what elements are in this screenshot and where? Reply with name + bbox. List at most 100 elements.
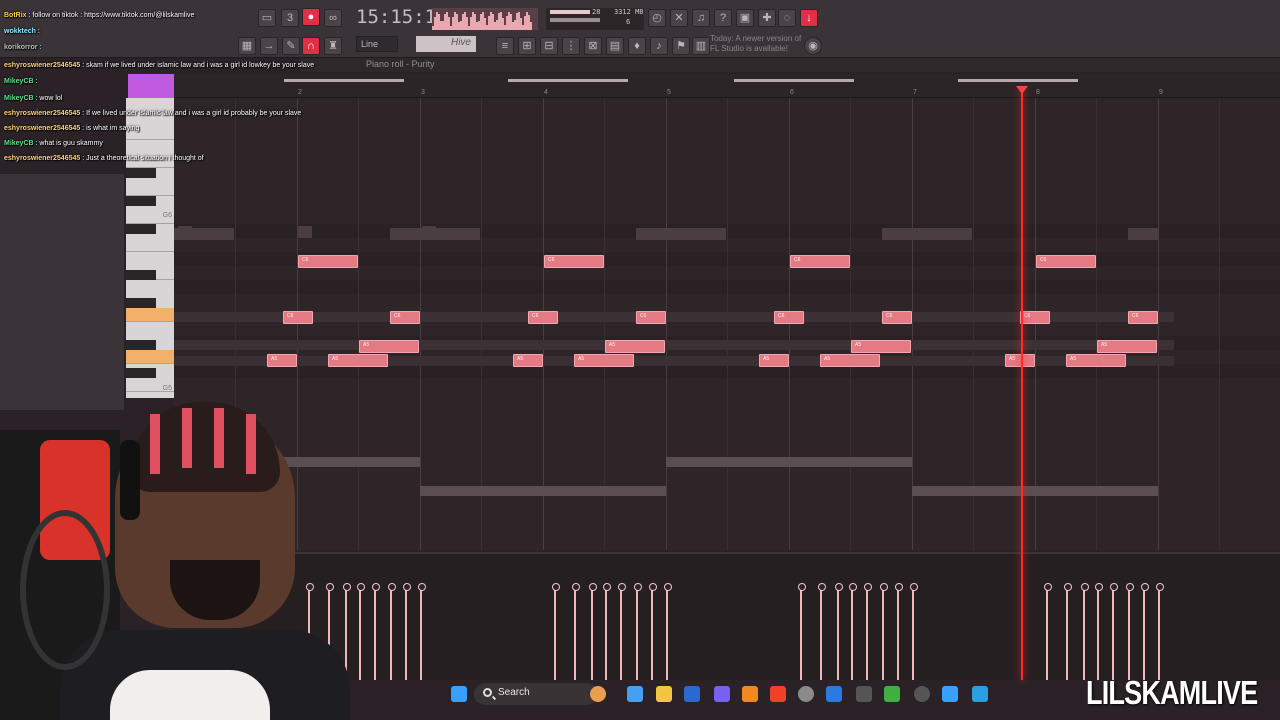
note-block[interactable]: C6 (882, 311, 912, 324)
loop-record-icon[interactable]: ∞ (324, 9, 342, 27)
brave-icon[interactable] (770, 686, 786, 702)
note-block[interactable]: A5 (759, 354, 789, 367)
download-icon[interactable]: ↓ (800, 9, 818, 27)
note-block[interactable]: C6 (1036, 255, 1096, 268)
velocity-stem[interactable] (849, 583, 857, 680)
note-block[interactable]: C6 (390, 311, 420, 324)
snap-selector[interactable]: Line (356, 36, 398, 52)
arrow-tool-icon[interactable]: → (260, 37, 278, 55)
velocity-stem[interactable] (649, 583, 657, 680)
chat-icon[interactable]: ◌ (778, 9, 796, 27)
plugin-picker-icon[interactable]: ♦ (628, 37, 646, 55)
note-block[interactable]: C6 (283, 311, 313, 324)
fl-studio-icon[interactable] (742, 686, 758, 702)
microphone-icon[interactable]: ♫ (692, 9, 710, 27)
velocity-stem[interactable] (372, 583, 380, 680)
browser-icon[interactable]: ▤ (606, 37, 624, 55)
note-block[interactable]: A5 (605, 340, 665, 353)
help-icon[interactable]: ? (714, 9, 732, 27)
velocity-stem[interactable] (1095, 583, 1103, 680)
velocity-stem[interactable] (1156, 583, 1164, 680)
app-icon[interactable] (798, 686, 814, 702)
velocity-stem[interactable] (618, 583, 626, 680)
magnet-snap-icon[interactable]: ∩ (302, 37, 320, 55)
step-sequencer-icon[interactable]: ⊞ (518, 37, 536, 55)
note-block[interactable]: C6 (1128, 311, 1158, 324)
pencil-tool-icon[interactable]: ✎ (282, 37, 300, 55)
velocity-stem[interactable] (589, 583, 597, 680)
taskbar-search[interactable]: Search (474, 683, 598, 705)
velocity-stem[interactable] (418, 583, 426, 680)
update-icon[interactable]: ◉ (804, 37, 822, 55)
note-block[interactable]: A5 (1005, 354, 1035, 367)
note-block[interactable]: C6 (528, 311, 558, 324)
note-block[interactable]: A5 (1097, 340, 1157, 353)
playhead[interactable] (1021, 88, 1023, 680)
app-icon[interactable] (972, 686, 988, 702)
note-block[interactable]: C6 (544, 255, 604, 268)
velocity-stem[interactable] (403, 583, 411, 680)
velocity-stem[interactable] (818, 583, 826, 680)
channel-rack-icon[interactable]: ⊠ (584, 37, 602, 55)
velocity-stem[interactable] (1141, 583, 1149, 680)
velocity-stem[interactable] (664, 583, 672, 680)
note-block[interactable]: C6 (298, 255, 358, 268)
windows-start-icon[interactable] (451, 686, 467, 702)
note-block[interactable]: A5 (851, 340, 911, 353)
note-block[interactable]: A5 (820, 354, 880, 367)
project-info-icon[interactable]: ▥ (692, 37, 710, 55)
app-icon[interactable] (856, 686, 872, 702)
touch-keyboard-icon[interactable]: ♪ (650, 37, 668, 55)
note-block[interactable]: A5 (328, 354, 388, 367)
store-icon[interactable] (684, 686, 700, 702)
velocity-stem[interactable] (910, 583, 918, 680)
note-block[interactable]: C6 (774, 311, 804, 324)
chrome-icon[interactable] (627, 686, 643, 702)
steam-icon[interactable] (826, 686, 842, 702)
app-icon[interactable] (914, 686, 930, 702)
velocity-stem[interactable] (1044, 583, 1052, 680)
note-block[interactable]: A5 (359, 340, 419, 353)
note-block[interactable]: C6 (790, 255, 850, 268)
piano-roll-window-icon[interactable]: ⊟ (540, 37, 558, 55)
velocity-stem[interactable] (895, 583, 903, 680)
plugin-icon[interactable]: ✚ (758, 9, 776, 27)
widget-icon[interactable] (590, 686, 606, 702)
note-block[interactable]: A5 (1066, 354, 1126, 367)
piano-roll-title-bar[interactable]: Piano roll - Purity (300, 58, 1280, 72)
velocity-stem[interactable] (835, 583, 843, 680)
playlist-icon[interactable]: ≡ (496, 37, 514, 55)
pattern-selector[interactable]: Hive (416, 36, 476, 52)
note-block[interactable]: A5 (513, 354, 543, 367)
typing-keyboard-icon[interactable]: ▭ (258, 9, 276, 27)
record-button[interactable]: ● (302, 8, 320, 26)
velocity-stem[interactable] (798, 583, 806, 680)
velocity-stem[interactable] (1064, 583, 1072, 680)
metronome-icon[interactable]: ◴ (648, 9, 666, 27)
playhead-marker[interactable] (1016, 86, 1028, 94)
note-block[interactable]: C6 (636, 311, 666, 324)
velocity-stem[interactable] (388, 583, 396, 680)
velocity-stem[interactable] (1110, 583, 1118, 680)
stamp-icon[interactable]: ♜ (324, 37, 342, 55)
update-notification[interactable]: Today: A newer version of FL Studio is a… (710, 34, 806, 54)
velocity-stem[interactable] (880, 583, 888, 680)
wait-icon[interactable]: ✕ (670, 9, 688, 27)
velocity-stem[interactable] (1081, 583, 1089, 680)
app-icon[interactable] (884, 686, 900, 702)
countdown-icon[interactable]: 3 (281, 9, 299, 27)
velocity-stem[interactable] (357, 583, 365, 680)
note-block[interactable]: A5 (267, 354, 297, 367)
mixer-icon[interactable]: ⋮ (562, 37, 580, 55)
timeline-ruler[interactable]: 2 3 4 5 6 7 8 9 (174, 74, 1280, 98)
piano-roll-icon[interactable]: ▦ (238, 37, 256, 55)
velocity-stem[interactable] (634, 583, 642, 680)
note-block[interactable]: A5 (574, 354, 634, 367)
file-explorer-icon[interactable] (656, 686, 672, 702)
notepad-icon[interactable] (942, 686, 958, 702)
velocity-stem[interactable] (864, 583, 872, 680)
velocity-stem[interactable] (603, 583, 611, 680)
velocity-stem[interactable] (1126, 583, 1134, 680)
tempo-icon[interactable]: ⚑ (672, 37, 690, 55)
note-block[interactable]: C6 (1020, 311, 1050, 324)
